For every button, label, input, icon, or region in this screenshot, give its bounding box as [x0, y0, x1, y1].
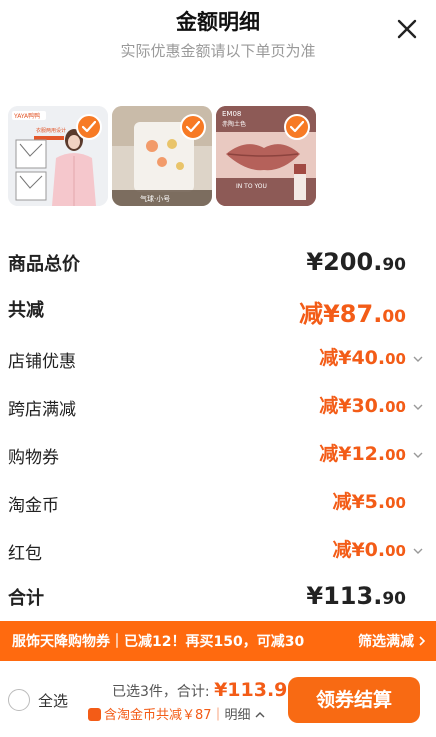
chevron-down-icon[interactable] — [412, 545, 424, 557]
detail-link[interactable]: 明细 — [225, 708, 251, 723]
product-caption: 衣服两用设计 — [36, 127, 66, 134]
product-thumbnail-balloon[interactable]: 气球·小号 — [112, 106, 212, 206]
checkout-button[interactable]: 领券结算 — [288, 677, 420, 723]
row-store-discount[interactable]: 店铺优惠 减¥40.00 — [0, 339, 436, 379]
row-label: 跨店满减 — [8, 400, 76, 420]
row-amount: 减¥12.00 — [319, 443, 406, 465]
row-amount: 减¥5.00 — [332, 491, 406, 513]
row-red-packet[interactable]: 红包 减¥0.00 — [0, 531, 436, 571]
row-label: 红包 — [8, 544, 42, 564]
shade-code: EM08 — [222, 110, 241, 118]
tagline: IN TO YOU — [236, 183, 267, 190]
page-title: 金额明细 — [176, 10, 260, 34]
close-icon[interactable] — [396, 18, 418, 40]
row-label: 店铺优惠 — [8, 352, 76, 372]
brand-text: YAYA鸭鸭 — [13, 112, 40, 120]
checkout-bar: 全选 已选3件，合计: ¥113.90 含淘金币共减￥87｜明细 领券结算 — [0, 661, 436, 737]
select-all-radio[interactable] — [8, 689, 30, 711]
select-all-label[interactable]: 全选 — [38, 690, 68, 711]
summary-prefix: 已选3件，合计: — [112, 684, 215, 700]
header: 金额明细 实际优惠金额请以下单页为准 — [0, 0, 436, 80]
row-total-discount: 共减 减¥87.00 — [0, 290, 436, 330]
row-amount: 减¥30.00 — [319, 395, 406, 417]
selected-check-icon[interactable] — [284, 114, 310, 140]
filter-discount-link[interactable]: 筛选满减 — [358, 631, 414, 651]
row-subtotal: 商品总价 ¥200.90 — [0, 244, 436, 284]
product-thumbnail-lipstick[interactable]: EM08 赤陶土色 IN TO YOU — [216, 106, 316, 206]
row-shopping-coupon[interactable]: 购物券 减¥12.00 — [0, 435, 436, 475]
row-amount: ¥113.90 — [306, 582, 406, 610]
chevron-down-icon[interactable] — [412, 353, 424, 365]
row-amount: 减¥0.00 — [332, 539, 406, 561]
row-taobao-coins: 淘金币 减¥5.00 — [0, 483, 436, 523]
selection-summary: 已选3件，合计: ¥113.90 — [112, 679, 301, 701]
product-thumbnail-jacket[interactable]: YAYA鸭鸭 衣服两用设计 — [8, 106, 108, 206]
chevron-up-icon[interactable] — [255, 711, 265, 719]
shade-name: 赤陶土色 — [222, 120, 246, 128]
promo-banner[interactable]: 服饰天降购物券｜已减12！再买150，可减30 筛选满减 — [0, 621, 436, 661]
row-amount: 减¥40.00 — [319, 347, 406, 369]
chevron-down-icon[interactable] — [412, 401, 424, 413]
chevron-right-icon — [419, 636, 426, 646]
row-grand-total: 合计 ¥113.90 — [0, 578, 436, 618]
selected-check-icon[interactable] — [76, 114, 102, 140]
row-label: 合计 — [8, 588, 44, 609]
discount-subline[interactable]: 含淘金币共减￥87｜明细 — [88, 704, 265, 723]
row-label: 商品总价 — [8, 254, 80, 275]
promo-text: 服饰天降购物券｜已减12！再买150，可减30 — [12, 634, 305, 650]
chevron-down-icon[interactable] — [412, 449, 424, 461]
row-cross-store-discount[interactable]: 跨店满减 减¥30.00 — [0, 387, 436, 427]
selected-check-icon[interactable] — [180, 114, 206, 140]
row-label: 淘金币 — [8, 496, 59, 516]
row-label: 共减 — [8, 300, 44, 321]
product-thumbnails: YAYA鸭鸭 衣服两用设计 气球·小号 EM08 赤陶土色 IN TO YOU — [8, 106, 428, 206]
row-label: 购物券 — [8, 448, 59, 468]
coin-icon — [88, 708, 101, 721]
product-caption: 气球·小号 — [140, 194, 170, 203]
page-subtitle: 实际优惠金额请以下单页为准 — [120, 42, 316, 60]
discount-text: 含淘金币共减￥87｜ — [104, 708, 225, 723]
row-amount: 减¥87.00 — [299, 300, 406, 328]
row-amount: ¥200.90 — [306, 248, 406, 276]
